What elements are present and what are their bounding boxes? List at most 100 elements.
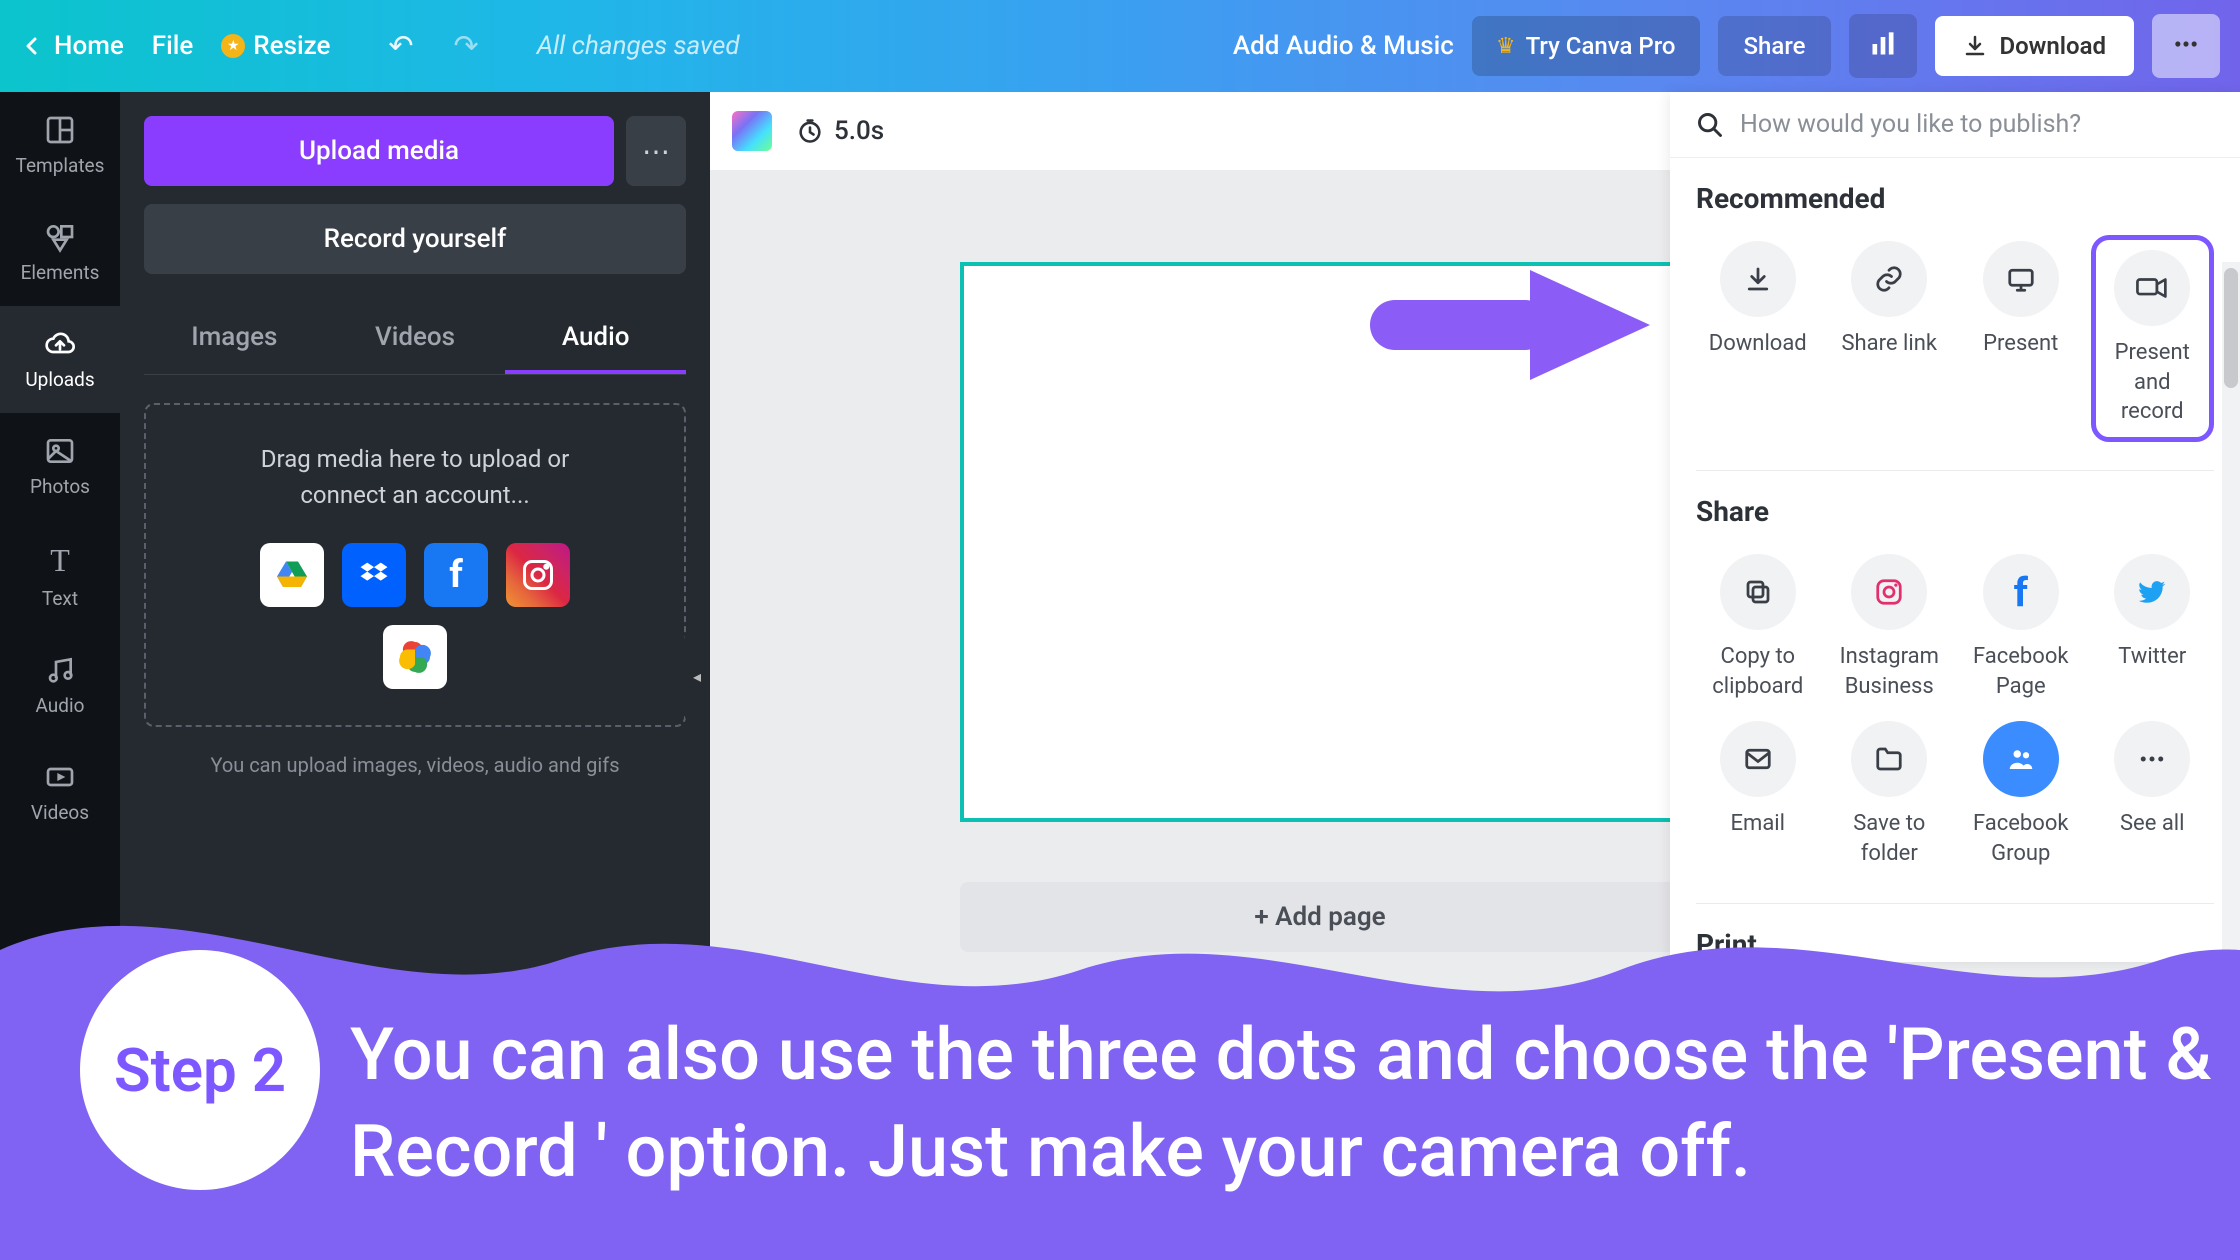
try-pro-label: Try Canva Pro <box>1526 32 1676 60</box>
instagram-source-icon[interactable] <box>506 543 570 607</box>
rail-photos[interactable]: Photos <box>0 413 120 520</box>
option-download[interactable]: Download <box>1696 235 1820 442</box>
cloud-source-icons: f <box>255 543 575 689</box>
text-icon: T <box>50 542 70 579</box>
rail-elements-label: Elements <box>21 261 100 284</box>
upload-dropzone[interactable]: Drag media here to upload or connect an … <box>144 403 686 727</box>
copy-icon <box>1743 577 1773 607</box>
crown-icon: ♛ <box>1496 34 1516 59</box>
tab-images[interactable]: Images <box>144 304 325 374</box>
chevron-left-icon <box>20 34 44 58</box>
tutorial-banner: Step 2 You can also use the three dots a… <box>0 840 2240 1260</box>
dots-horizontal-icon <box>2137 744 2167 774</box>
group-icon <box>2006 744 2036 774</box>
videos-icon <box>44 761 76 793</box>
option-share-link-label: Share link <box>1841 329 1937 359</box>
uploads-icon <box>44 328 76 360</box>
upload-note: You can upload images, videos, audio and… <box>144 753 686 777</box>
rail-uploads[interactable]: Uploads <box>0 306 120 413</box>
link-icon <box>1874 264 1904 294</box>
audio-icon <box>44 654 76 686</box>
publish-search-row <box>1670 92 2240 158</box>
annotation-arrow <box>1370 260 1650 390</box>
undo-icon[interactable]: ↶ <box>388 29 413 64</box>
duration-display[interactable]: 5.0s <box>796 116 884 146</box>
option-twitter[interactable]: Twitter <box>2091 548 2215 707</box>
rail-templates-label: Templates <box>16 154 105 177</box>
rail-text[interactable]: T Text <box>0 520 120 632</box>
upload-row: Upload media ⋯ <box>144 116 686 186</box>
instagram-icon <box>1874 577 1904 607</box>
step-badge: Step 2 <box>80 950 320 1190</box>
upload-media-button[interactable]: Upload media <box>144 116 614 186</box>
facebook-icon: f <box>2014 569 2028 616</box>
publish-search-input[interactable] <box>1740 110 2214 139</box>
rail-videos[interactable]: Videos <box>0 739 120 846</box>
photos-icon <box>44 435 76 467</box>
facebook-source-icon[interactable]: f <box>424 543 488 607</box>
download-icon <box>1963 34 1987 58</box>
color-picker-swatch[interactable] <box>732 111 772 151</box>
google-photos-icon[interactable] <box>383 625 447 689</box>
rail-templates[interactable]: Templates <box>0 92 120 199</box>
share-heading: Share <box>1696 495 2214 528</box>
download-button[interactable]: Download <box>1935 16 2134 76</box>
toolbar-left-group: Home File ★ Resize ↶ ↷ All changes saved <box>20 29 740 64</box>
home-button[interactable]: Home <box>20 31 124 61</box>
option-facebook-page[interactable]: f Facebook Page <box>1959 548 2083 707</box>
option-copy-clipboard[interactable]: Copy to clipboard <box>1696 548 1820 707</box>
resize-button[interactable]: ★ Resize <box>221 31 330 61</box>
option-download-label: Download <box>1709 329 1807 359</box>
download-icon <box>1743 264 1773 294</box>
dropbox-icon[interactable] <box>342 543 406 607</box>
option-ig-label: Instagram Business <box>1840 642 1939 701</box>
media-tabs: Images Videos Audio <box>144 304 686 375</box>
present-record-icon <box>2135 273 2169 303</box>
rail-text-label: Text <box>42 587 78 610</box>
option-share-link[interactable]: Share link <box>1828 235 1952 442</box>
collapse-panel-handle[interactable]: ◂ <box>684 626 710 726</box>
tab-audio[interactable]: Audio <box>505 304 686 374</box>
tutorial-text: You can also use the three dots and choo… <box>350 1006 2220 1200</box>
home-label: Home <box>54 31 124 61</box>
try-canva-pro-button[interactable]: ♛ Try Canva Pro <box>1472 16 1700 76</box>
option-instagram-business[interactable]: Instagram Business <box>1828 548 1952 707</box>
insights-button[interactable] <box>1849 14 1917 78</box>
redo-icon[interactable]: ↷ <box>454 29 479 64</box>
more-menu-button[interactable] <box>2152 14 2220 78</box>
bar-chart-icon <box>1869 30 1897 58</box>
rail-photos-label: Photos <box>30 475 90 498</box>
share-button[interactable]: Share <box>1718 16 1832 76</box>
file-menu-button[interactable]: File <box>152 31 194 61</box>
divider <box>1696 470 2214 471</box>
download-label: Download <box>1999 32 2106 60</box>
google-drive-icon[interactable] <box>260 543 324 607</box>
templates-icon <box>44 114 76 146</box>
save-status: All changes saved <box>537 31 740 61</box>
publish-panel: Recommended Download Share link Present … <box>1670 92 2240 962</box>
record-yourself-button[interactable]: Record yourself <box>144 204 686 274</box>
twitter-icon <box>2136 576 2168 608</box>
clock-icon <box>796 117 824 145</box>
option-email-label: Email <box>1731 809 1785 839</box>
dots-horizontal-icon <box>2172 30 2200 58</box>
option-present-and-record[interactable]: Present and record <box>2091 235 2215 442</box>
search-icon <box>1696 111 1724 139</box>
elements-icon <box>44 221 76 253</box>
top-toolbar: Home File ★ Resize ↶ ↷ All changes saved… <box>0 0 2240 92</box>
duration-value: 5.0s <box>834 116 884 146</box>
option-present[interactable]: Present <box>1959 235 2083 442</box>
scrollbar-thumb[interactable] <box>2224 268 2238 388</box>
option-present-record-label: Present and record <box>2102 338 2204 427</box>
upload-more-button[interactable]: ⋯ <box>626 116 686 186</box>
option-tw-label: Twitter <box>2118 642 2186 672</box>
tab-videos[interactable]: Videos <box>325 304 506 374</box>
add-audio-music-button[interactable]: Add Audio & Music <box>1233 31 1454 61</box>
rail-audio[interactable]: Audio <box>0 632 120 739</box>
rail-audio-label: Audio <box>36 694 85 717</box>
rail-videos-label: Videos <box>31 801 89 824</box>
toolbar-right-group: Add Audio & Music ♛ Try Canva Pro Share … <box>1233 14 2220 78</box>
rail-elements[interactable]: Elements <box>0 199 120 306</box>
share-grid: Copy to clipboard Instagram Business f F… <box>1696 548 2214 875</box>
resize-label: Resize <box>253 31 330 61</box>
